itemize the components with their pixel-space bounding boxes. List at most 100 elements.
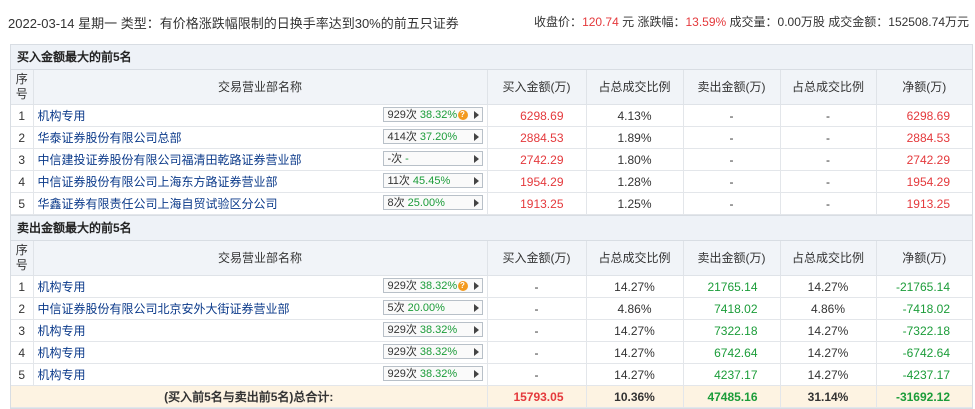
row-net: 6298.69 xyxy=(876,104,972,127)
broker-name-link[interactable]: 机构专用 xyxy=(38,324,86,338)
broker-stats-badge[interactable]: 414次 37.20% xyxy=(382,129,483,144)
row-sell-ratio: 4.86% xyxy=(780,297,877,320)
broker-name-link[interactable]: 中信建投证券股份有限公司福清田乾路证券营业部 xyxy=(38,153,302,167)
arrow-right-icon[interactable] xyxy=(473,326,479,334)
broker-stats-badge[interactable]: -次 - xyxy=(382,151,483,166)
row-sell: - xyxy=(683,192,781,215)
amount-value: 152508.74万元 xyxy=(888,15,969,29)
broker-name-link[interactable]: 机构专用 xyxy=(38,346,86,360)
row-seq: 3 xyxy=(11,148,34,171)
col-buy: 买入金额(万) xyxy=(487,241,587,276)
arrow-right-icon[interactable] xyxy=(473,304,479,312)
row-seq: 4 xyxy=(11,341,34,364)
arrow-right-icon[interactable] xyxy=(473,111,479,119)
summary-header: 2022-03-14 星期一 类型：有价格涨跌幅限制的日换手率达到30%的前五只… xyxy=(0,0,975,44)
broker-times: 11次 xyxy=(387,175,410,187)
broker-stats-badge[interactable]: 929次 38.32% xyxy=(382,344,483,359)
broker-stats-badge[interactable]: 929次 38.32% xyxy=(382,366,483,381)
row-net: -7322.18 xyxy=(876,319,972,342)
broker-times: 929次 xyxy=(387,109,417,121)
row-buy: 1954.29 xyxy=(487,170,587,193)
row-buy-ratio: 4.86% xyxy=(586,297,684,320)
table-row: 5 华鑫证券有限责任公司上海自贸试验区分公司 8次 25.00% 1913.25 1.25… xyxy=(11,192,972,215)
broker-win-rate: 38.32% xyxy=(419,346,458,358)
broker-name-cell: 机构专用 929次 38.32%? xyxy=(33,275,488,298)
price-summary: 收盘价：120.74 元 涨跌幅：13.59% 成交量：0.00万股 成交金额：… xyxy=(534,13,969,30)
sell-table: 序号 交易营业部名称 买入金额(万) 占总成交比例 卖出金额(万) 占总成交比例… xyxy=(11,241,972,408)
row-buy-ratio: 1.25% xyxy=(586,192,684,215)
broker-stats-badge[interactable]: 929次 38.32%? xyxy=(382,278,483,293)
broker-times: 8次 xyxy=(387,197,405,209)
broker-name-link[interactable]: 中信证券股份有限公司北京安外大街证券营业部 xyxy=(38,302,290,316)
total-sell-ratio: 31.14% xyxy=(780,385,877,408)
broker-win-rate: 38.32% xyxy=(419,324,458,336)
row-buy-ratio: 14.27% xyxy=(586,319,684,342)
row-buy-ratio: 4.13% xyxy=(586,104,684,127)
col-buy-ratio: 占总成交比例 xyxy=(586,241,684,276)
broker-name-cell: 华泰证券股份有限公司总部 414次 37.20% xyxy=(33,126,488,149)
broker-stats-badge[interactable]: 929次 38.32%? xyxy=(382,107,483,122)
row-sell: 6742.64 xyxy=(683,341,781,364)
arrow-right-icon[interactable] xyxy=(473,133,479,141)
row-net: -7418.02 xyxy=(876,297,972,320)
col-seq: 序号 xyxy=(11,70,34,105)
row-sell: - xyxy=(683,104,781,127)
row-sell: 7322.18 xyxy=(683,319,781,342)
broker-name-link[interactable]: 中信证券股份有限公司上海东方路证券营业部 xyxy=(38,175,278,189)
sell-section-title: 卖出金额最大的前5名 xyxy=(11,215,972,241)
broker-stats-badge[interactable]: 8次 25.00% xyxy=(382,195,483,210)
row-buy-ratio: 14.27% xyxy=(586,363,684,386)
row-buy: - xyxy=(487,363,587,386)
row-net: -6742.64 xyxy=(876,341,972,364)
arrow-right-icon[interactable] xyxy=(473,370,479,378)
row-net: -4237.17 xyxy=(876,363,972,386)
broker-name-cell: 中信证券股份有限公司上海东方路证券营业部 11次 45.45% xyxy=(33,170,488,193)
broker-times: 5次 xyxy=(387,302,405,314)
row-sell-ratio: - xyxy=(780,104,877,127)
broker-name-link[interactable]: 机构专用 xyxy=(38,368,86,382)
total-row: (买入前5名与卖出前5名)总合计: 15793.05 10.36% 47485.… xyxy=(11,385,972,408)
buy-table: 序号 交易营业部名称 买入金额(万) 占总成交比例 卖出金额(万) 占总成交比例… xyxy=(11,70,972,215)
arrow-right-icon[interactable] xyxy=(473,155,479,163)
close-unit: 元 xyxy=(622,15,635,29)
col-net: 净额(万) xyxy=(876,241,972,276)
arrow-right-icon[interactable] xyxy=(473,282,479,290)
row-sell-ratio: 14.27% xyxy=(780,319,877,342)
total-label-prefix: (买入前5名与卖出前5名) xyxy=(164,390,294,404)
row-sell-ratio: - xyxy=(780,126,877,149)
col-buy-ratio: 占总成交比例 xyxy=(586,70,684,105)
broker-name-link[interactable]: 华泰证券股份有限公司总部 xyxy=(38,131,182,145)
row-sell: 7418.02 xyxy=(683,297,781,320)
total-net: -31692.12 xyxy=(876,385,972,408)
question-icon[interactable]: ? xyxy=(457,281,468,291)
buy-header-row: 序号 交易营业部名称 买入金额(万) 占总成交比例 卖出金额(万) 占总成交比例… xyxy=(11,70,972,105)
broker-name-link[interactable]: 机构专用 xyxy=(38,109,86,123)
row-buy: - xyxy=(487,319,587,342)
total-label: (买入前5名与卖出前5名)总合计: xyxy=(11,385,488,408)
row-seq: 1 xyxy=(11,275,34,298)
broker-name-cell: 机构专用 929次 38.32% xyxy=(33,363,488,386)
row-seq: 3 xyxy=(11,319,34,342)
broker-name-link[interactable]: 机构专用 xyxy=(38,280,86,294)
arrow-right-icon[interactable] xyxy=(473,348,479,356)
row-buy: - xyxy=(487,275,587,298)
broker-stats-badge[interactable]: 5次 20.00% xyxy=(382,300,483,315)
arrow-right-icon[interactable] xyxy=(473,177,479,185)
table-row: 2 华泰证券股份有限公司总部 414次 37.20% 2884.53 1.89% - -288… xyxy=(11,126,972,149)
row-buy-ratio: 14.27% xyxy=(586,341,684,364)
row-buy-ratio: 1.28% xyxy=(586,170,684,193)
broker-name-link[interactable]: 华鑫证券有限责任公司上海自贸试验区分公司 xyxy=(38,197,278,211)
row-seq: 4 xyxy=(11,170,34,193)
broker-win-rate: 38.32% xyxy=(419,109,458,121)
row-sell: - xyxy=(683,170,781,193)
question-icon[interactable]: ? xyxy=(457,110,468,120)
broker-stats-badge[interactable]: 11次 45.45% xyxy=(382,173,483,188)
col-sell-ratio: 占总成交比例 xyxy=(780,70,877,105)
broker-name-cell: 华鑫证券有限责任公司上海自贸试验区分公司 8次 25.00% xyxy=(33,192,488,215)
row-sell-ratio: - xyxy=(780,148,877,171)
arrow-right-icon[interactable] xyxy=(473,199,479,207)
broker-stats-badge[interactable]: 929次 38.32% xyxy=(382,322,483,337)
table-row: 5 机构专用 929次 38.32% -14.27% 4237.17 14.27% -4237… xyxy=(11,363,972,386)
table-row: 4 机构专用 929次 38.32% -14.27% 6742.64 14.27% -6742… xyxy=(11,341,972,364)
broker-times: 929次 xyxy=(387,280,417,292)
